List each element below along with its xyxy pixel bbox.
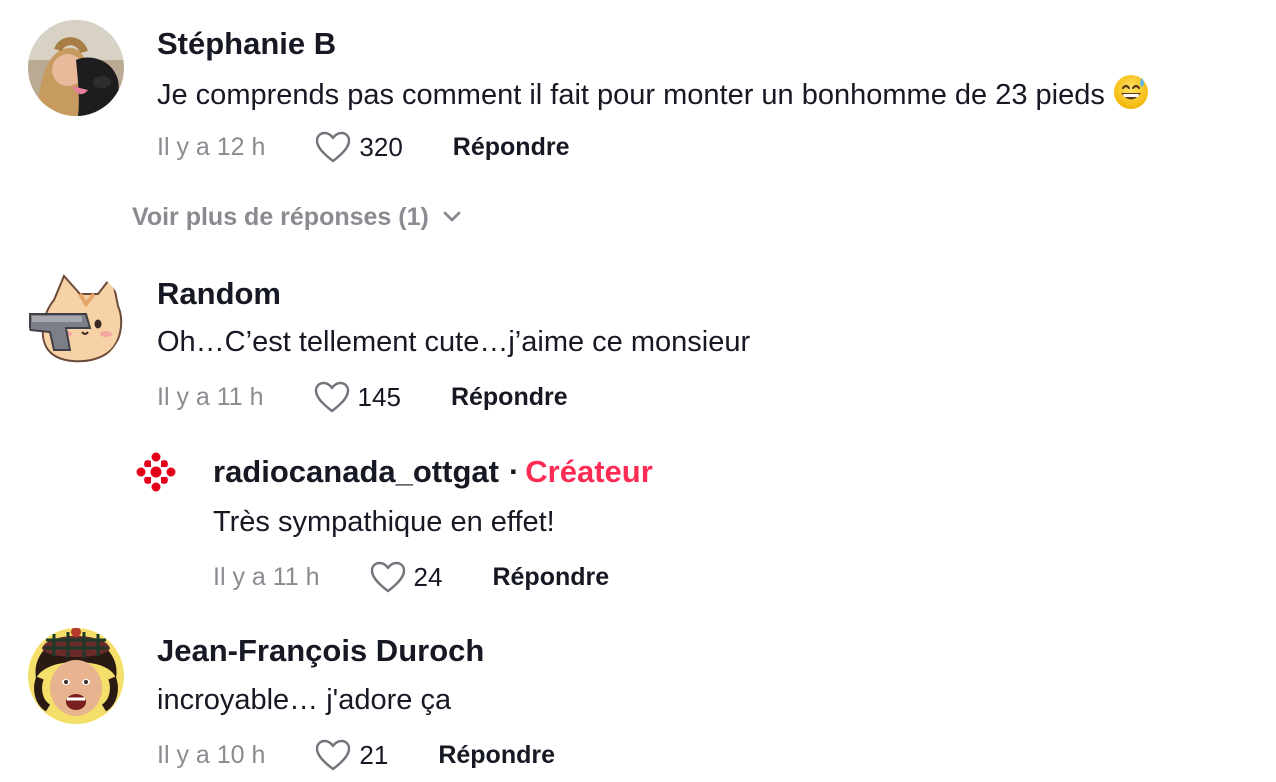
- chevron-down-icon: [443, 211, 461, 222]
- heart-outline-icon: [316, 131, 351, 163]
- heart-outline-icon: [370, 561, 405, 593]
- comment-text: Oh…C’est tellement cute…j’aime ce monsie…: [157, 326, 751, 358]
- radio-canada-logo-icon[interactable]: [136, 452, 176, 492]
- grinning-sweat-emoji-icon: [1113, 74, 1149, 119]
- reply-button[interactable]: Répondre: [438, 740, 555, 770]
- heart-outline-icon: [316, 739, 351, 771]
- like-button[interactable]: 21: [315, 738, 388, 772]
- reply-button[interactable]: Répondre: [451, 382, 568, 412]
- like-count: 320: [359, 132, 403, 162]
- view-more-replies-label: Voir plus de réponses (1): [132, 203, 429, 231]
- comment-username[interactable]: Stéphanie B: [157, 26, 336, 62]
- like-count: 21: [359, 740, 389, 770]
- reply-text: Très sympathique en effet!: [213, 506, 555, 538]
- comment-meta: Il y a 12 h 320 Répondre: [157, 130, 569, 164]
- comment-username[interactable]: Jean-François Duroch: [157, 633, 484, 669]
- avatar[interactable]: [28, 20, 124, 116]
- heart-outline-icon: [314, 381, 349, 413]
- view-more-replies-button[interactable]: Voir plus de réponses (1): [132, 202, 461, 232]
- comment-username[interactable]: Random: [157, 276, 281, 312]
- comment-text-content: Je comprends pas comment il fait pour mo…: [157, 79, 1105, 111]
- comment-meta: Il y a 10 h 21 Répondre: [157, 738, 555, 772]
- reply-button[interactable]: Répondre: [453, 132, 570, 162]
- reply-meta: Il y a 11 h 24 Répondre: [213, 560, 609, 594]
- comment-meta: Il y a 11 h 145 Répondre: [157, 380, 568, 414]
- comment-text: incroyable… j'adore ça: [157, 684, 452, 716]
- comment-time: Il y a 12 h: [157, 133, 266, 161]
- reply-username[interactable]: radiocanada_ottgat · Créateur: [213, 454, 653, 490]
- avatar[interactable]: [28, 270, 124, 366]
- like-count: 145: [357, 382, 401, 412]
- like-count: 24: [413, 562, 443, 592]
- comment-time: Il y a 11 h: [157, 383, 264, 411]
- like-button[interactable]: 24: [370, 560, 443, 594]
- creator-badge: Créateur: [525, 454, 653, 489]
- like-button[interactable]: 320: [315, 130, 403, 164]
- reply-time: Il y a 11 h: [213, 563, 320, 591]
- like-button[interactable]: 145: [314, 380, 401, 414]
- reply-username-text: radiocanada_ottgat: [213, 454, 499, 489]
- avatar[interactable]: [28, 628, 124, 724]
- reply-button[interactable]: Répondre: [492, 562, 609, 592]
- comment-text: Je comprends pas comment il fait pour mo…: [157, 74, 1149, 119]
- comment-time: Il y a 10 h: [157, 741, 266, 769]
- creator-separator: ·: [508, 454, 520, 489]
